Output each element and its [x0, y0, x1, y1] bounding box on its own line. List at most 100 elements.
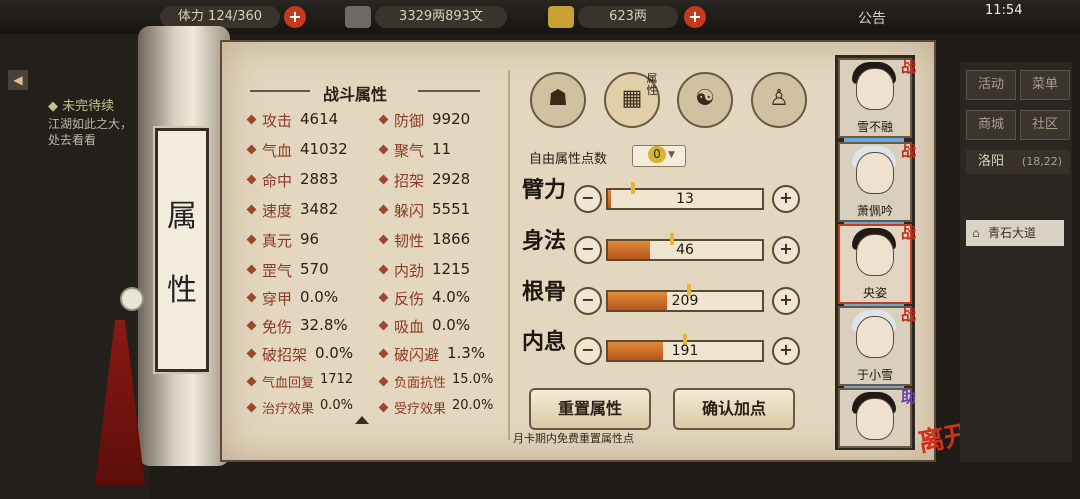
stat-label: 破招架 — [262, 346, 308, 364]
stat-label: 速度 — [262, 202, 293, 220]
stat-value: 1215 — [432, 260, 471, 278]
silver-display: 3329两893文 — [375, 6, 507, 28]
character-name: 雪不融 — [856, 120, 893, 134]
shop-button[interactable]: 商城 — [966, 110, 1016, 140]
title-line-right — [418, 90, 480, 92]
increase-button[interactable]: + — [772, 185, 800, 213]
stat-label: 破闪避 — [394, 346, 440, 364]
decrease-button[interactable]: − — [574, 337, 602, 365]
stat-label: 韧性 — [394, 232, 425, 250]
stat-label: 气血 — [262, 142, 293, 160]
stat-value: 2928 — [432, 170, 471, 188]
stat-label: 招架 — [394, 172, 425, 190]
activity-button[interactable]: 活动 — [966, 70, 1016, 100]
character-role-badge: 助 — [900, 388, 916, 406]
silver-icon — [345, 6, 371, 28]
stat-label: 攻击 — [262, 112, 293, 130]
roster-character[interactable]: 战雪不融 — [838, 58, 916, 142]
gold-display: 623两 — [578, 6, 678, 28]
confirm-points-button[interactable]: 确认加点 — [673, 388, 795, 430]
stat-value: 0.0% — [315, 344, 354, 362]
stat-value: 0.0% — [300, 288, 339, 306]
panel-divider — [508, 70, 510, 440]
scroll-label-char-2: 性 — [167, 273, 197, 308]
hat-icon: ☗ — [548, 86, 568, 111]
decrease-button[interactable]: − — [574, 185, 602, 213]
location-bar[interactable]: 洛阳 (18,22) — [966, 150, 1070, 174]
stat-label: 防御 — [394, 112, 425, 130]
increase-button[interactable]: + — [772, 287, 800, 315]
sub-location-name: 青石大道 — [988, 226, 1037, 240]
attribute-value: 191 — [671, 343, 699, 359]
stat-value: 0.0% — [320, 398, 354, 413]
increase-button[interactable]: + — [772, 236, 800, 264]
stamina-display: 体力 124/360 — [160, 6, 280, 28]
stat-value: 5551 — [432, 200, 471, 218]
roster-character[interactable]: 战央姿 — [838, 224, 916, 308]
tab-meridians[interactable]: ♙ — [751, 72, 807, 128]
stat-value: 32.8% — [300, 316, 348, 334]
stat-value: 4614 — [300, 110, 339, 128]
menu-button[interactable]: 菜单 — [1020, 70, 1070, 100]
collapse-arrow-icon[interactable]: ◀ — [8, 70, 28, 90]
footer-note: 月卡期内免费重置属性点 — [513, 432, 634, 445]
location-name: 洛阳 — [978, 154, 1005, 169]
stat-value: 15.0% — [452, 372, 494, 387]
stat-label: 反伤 — [394, 290, 425, 308]
clock: 11:54 — [985, 3, 1023, 18]
dropdown-arrow-icon[interactable]: ▼ — [668, 150, 675, 160]
character-role-badge: 战 — [900, 306, 916, 324]
notice-button[interactable]: 公告 — [858, 8, 886, 28]
character-name: 萧佩吟 — [856, 204, 893, 218]
stat-value: 1.3% — [447, 344, 486, 362]
stat-value: 9920 — [432, 110, 471, 128]
stat-label: 罡气 — [262, 262, 293, 280]
stat-value: 11 — [432, 140, 452, 158]
character-portrait — [856, 68, 894, 110]
attribute-bar: 13 — [606, 182, 764, 210]
sub-location-item[interactable]: ⌂ 青石大道 — [966, 220, 1064, 246]
stat-value: 3482 — [300, 200, 339, 218]
decrease-button[interactable]: − — [574, 236, 602, 264]
stat-label: 气血回复 — [262, 376, 315, 391]
attribute-name: 内息 — [522, 329, 567, 355]
scroll-label-char-1: 属 — [167, 199, 197, 234]
stat-label: 聚气 — [394, 142, 425, 160]
stat-value: 1866 — [432, 230, 471, 248]
attribute-name: 臂力 — [522, 177, 567, 203]
add-gold-button[interactable]: + — [684, 6, 706, 28]
attribute-value: 46 — [676, 242, 694, 258]
character-portrait — [856, 152, 894, 194]
stat-value: 96 — [300, 230, 320, 248]
location-coords: (18,22) — [1021, 155, 1062, 168]
stat-label: 治疗效果 — [262, 402, 315, 417]
community-button[interactable]: 社区 — [1020, 110, 1070, 140]
attribute-name: 根骨 — [522, 279, 567, 305]
stat-value: 2883 — [300, 170, 339, 188]
character-name: 央姿 — [862, 286, 887, 300]
roster-character[interactable]: 战萧佩吟 — [838, 142, 916, 226]
add-stamina-button[interactable]: + — [284, 6, 306, 28]
decrease-button[interactable]: − — [574, 287, 602, 315]
title-line-left — [250, 90, 310, 92]
quest-text: 江湖如此之大，处去看看 — [48, 117, 133, 147]
tab-character[interactable]: ☗ — [530, 72, 586, 128]
quest-title[interactable]: ◆ 未完待续 — [48, 95, 114, 114]
increase-button[interactable]: + — [772, 337, 800, 365]
stat-label: 负面抗性 — [394, 376, 447, 391]
roster-character[interactable]: 战于小雪 — [838, 306, 916, 390]
attribute-value: 13 — [676, 191, 694, 207]
tab-bagua[interactable]: ☯ — [677, 72, 733, 128]
scroll-label: 属 性 — [155, 128, 209, 372]
reset-attributes-button[interactable]: 重置属性 — [529, 388, 651, 430]
free-points-value: 0 — [648, 146, 666, 163]
stat-label: 躲闪 — [394, 202, 425, 220]
stat-label: 内劲 — [394, 262, 425, 280]
scroll-up-arrow-icon[interactable] — [355, 416, 369, 424]
character-role-badge: 战 — [900, 142, 916, 160]
stat-label: 真元 — [262, 232, 293, 250]
roster-character[interactable]: 助 — [838, 388, 916, 448]
character-portrait — [856, 316, 894, 358]
tassel-bead — [120, 287, 144, 311]
character-role-badge: 战 — [900, 58, 916, 76]
